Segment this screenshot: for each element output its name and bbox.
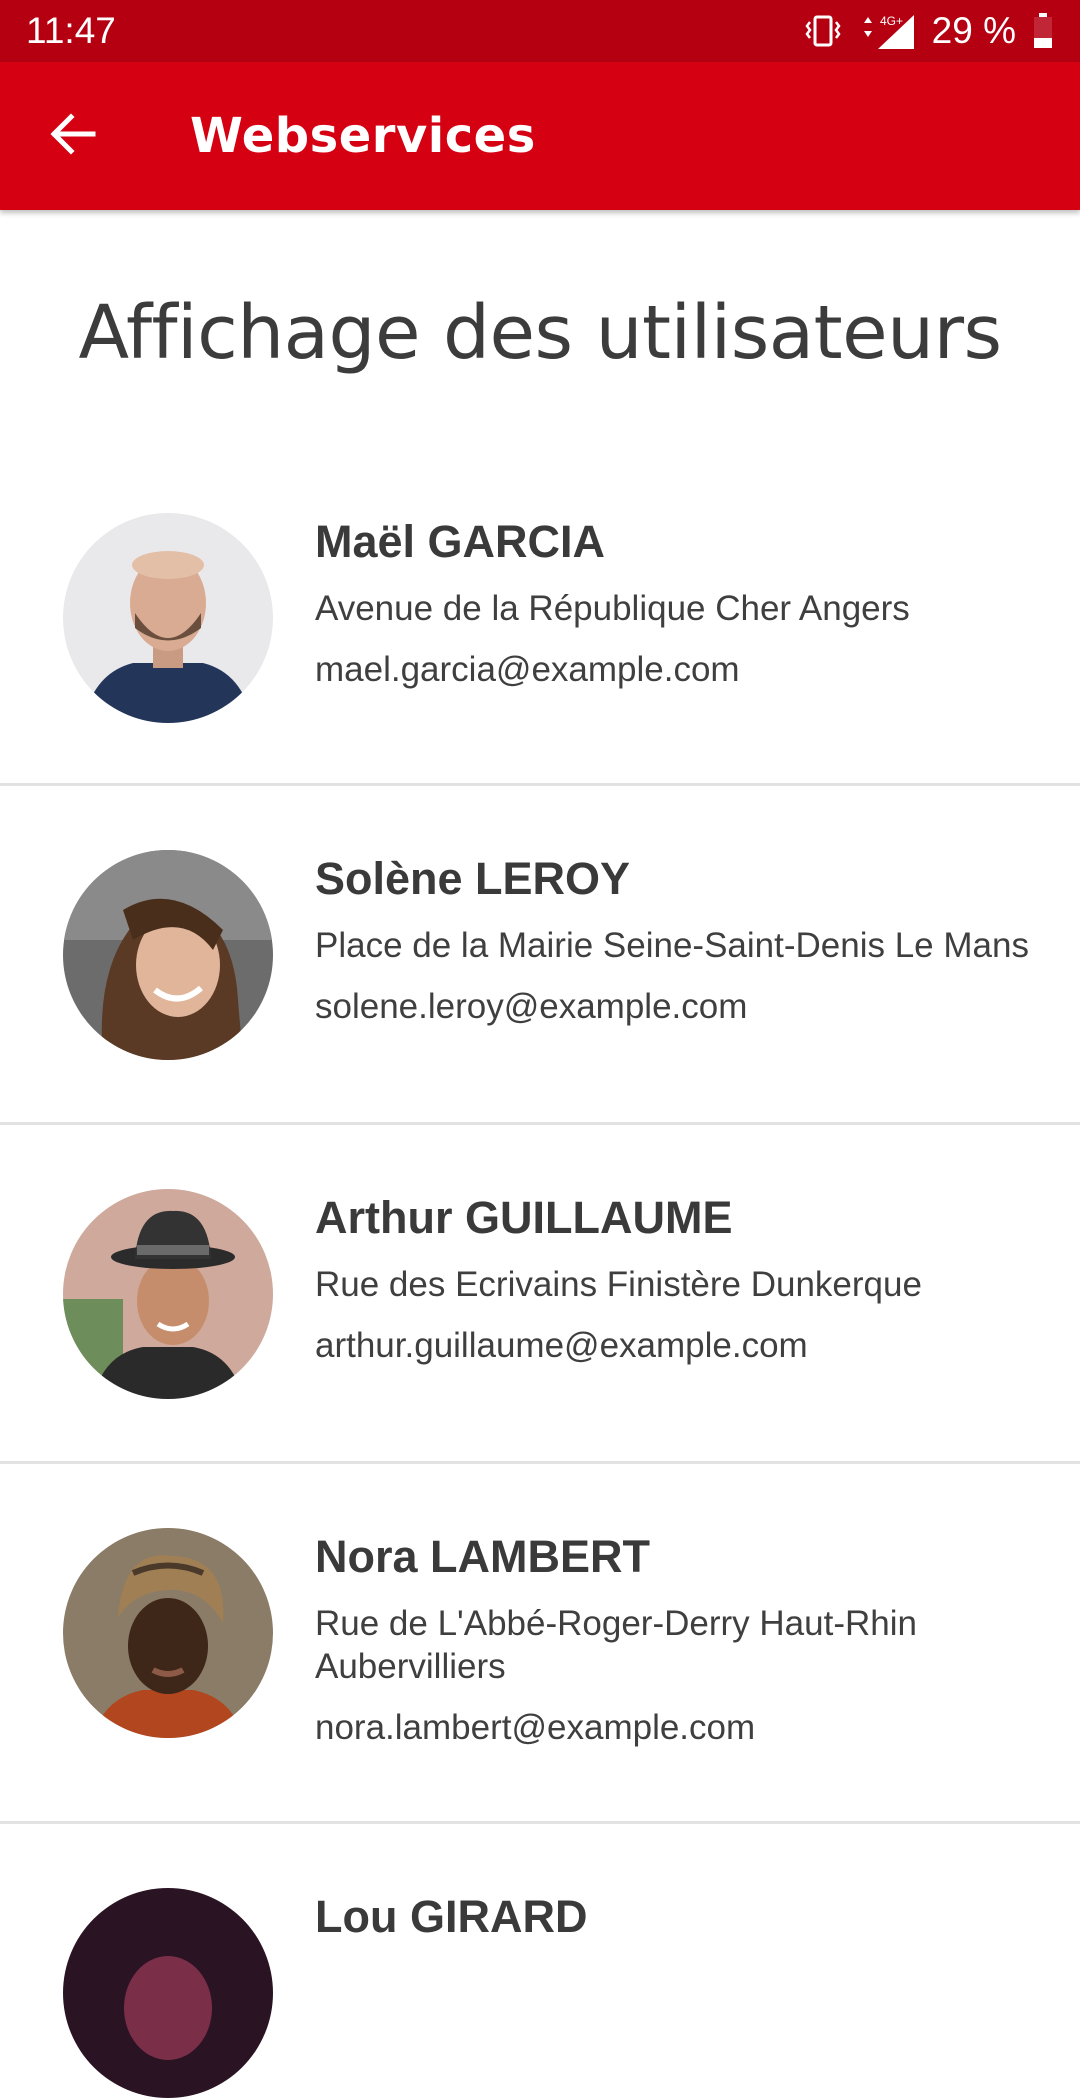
battery-percent: 29 % [931,10,1016,51]
user-address: Avenue de la République Cher Angers [315,589,910,628]
user-name: Nora LAMBERT [315,1531,650,1582]
user-email: nora.lambert@example.com [315,1708,756,1747]
app-bar-title: Webservices [190,108,536,164]
user-info: Solène LEROY Place de la Mairie Seine-Sa… [315,852,1070,1028]
back-button[interactable] [28,96,118,176]
user-info: Arthur GUILLAUME Rue des Ecrivains Finis… [315,1191,1070,1367]
status-time: 11:47 [26,10,116,51]
user-email: solene.leroy@example.com [315,987,748,1026]
list-item[interactable]: Arthur GUILLAUME Rue des Ecrivains Finis… [0,1125,1080,1464]
avatar [63,1189,273,1399]
user-info: Lou GIRARD [315,1890,1070,1944]
user-info: Maël GARCIA Avenue de la République Cher… [315,515,1070,691]
user-email: mael.garcia@example.com [315,650,740,689]
page-title: Affichage des utilisateurs [78,290,1002,376]
user-address: Rue de L'Abbé-Roger-Derry Haut-Rhin Aube… [315,1604,917,1686]
list-item[interactable]: Maël GARCIA Avenue de la République Cher… [0,447,1080,786]
vibrate-icon [804,14,842,48]
status-icons: 4G+ 29 % [804,10,1054,52]
user-email: arthur.guillaume@example.com [315,1326,808,1365]
user-list: Maël GARCIA Avenue de la République Cher… [0,447,1080,2098]
battery-icon [1032,13,1054,49]
network-type-label: 4G+ [880,14,903,28]
app-bar: Webservices [0,62,1080,210]
list-item[interactable]: Lou GIRARD [0,1824,1080,2098]
list-item[interactable]: Solène LEROY Place de la Mairie Seine-Sa… [0,786,1080,1125]
user-address: Rue des Ecrivains Finistère Dunkerque [315,1265,922,1304]
user-name: Arthur GUILLAUME [315,1192,733,1243]
user-name: Lou GIRARD [315,1891,588,1942]
status-bar: 11:47 4G+ 29 % [0,0,1080,62]
signal-icon: 4G+ [858,11,916,51]
arrow-back-icon [49,112,97,160]
user-name: Solène LEROY [315,853,631,904]
user-info: Nora LAMBERT Rue de L'Abbé-Roger-Derry H… [315,1530,1070,1749]
avatar [63,850,273,1060]
user-name: Maël GARCIA [315,516,606,567]
avatar [63,1528,273,1738]
user-address: Place de la Mairie Seine-Saint-Denis Le … [315,926,1029,965]
list-item[interactable]: Nora LAMBERT Rue de L'Abbé-Roger-Derry H… [0,1464,1080,1824]
avatar [63,513,273,723]
